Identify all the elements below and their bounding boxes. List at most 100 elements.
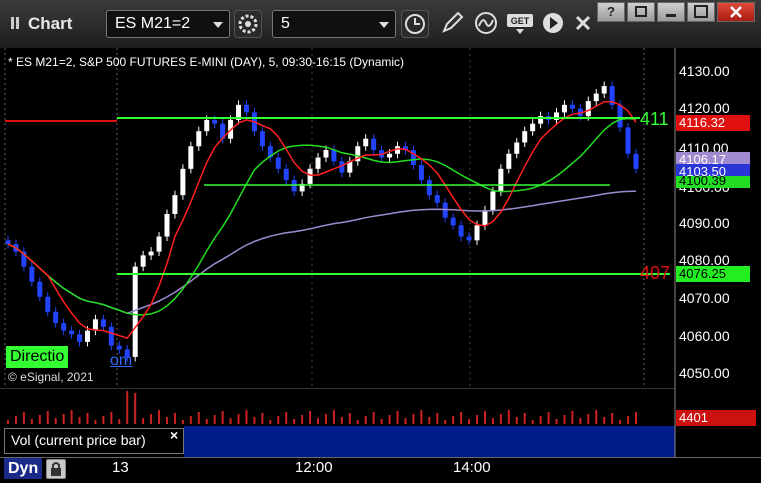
volume-bar (491, 418, 494, 424)
candle-body (307, 168, 313, 184)
volume-bar (261, 413, 264, 424)
play-icon (543, 13, 563, 33)
get-data-icon: GET (507, 14, 533, 34)
volume-bar (317, 418, 320, 424)
studies-wave-icon (475, 12, 497, 34)
volume-strip (184, 426, 675, 457)
volume-bar (348, 413, 351, 424)
volume-bar (635, 412, 637, 424)
volume-legend-close-icon[interactable]: × (170, 427, 178, 443)
lock-button[interactable] (46, 459, 66, 479)
volume-bar (627, 416, 630, 424)
close-chart-button[interactable] (570, 10, 598, 38)
volume-bar (364, 416, 367, 424)
volume-bar (603, 417, 606, 424)
candle-body (100, 319, 106, 327)
candle-body (92, 319, 98, 331)
x-tick: 13 (112, 459, 129, 476)
candle-body (474, 225, 480, 241)
volume-bar (142, 418, 145, 424)
candle-body (434, 195, 440, 203)
candle-body (212, 119, 218, 124)
window-close-button[interactable] (717, 2, 755, 22)
symbol-settings-button[interactable] (234, 10, 262, 38)
volume-bar (468, 419, 471, 424)
volume-bar (158, 410, 161, 424)
volume-bar (78, 417, 81, 424)
maximize-button[interactable] (687, 2, 715, 22)
volume-bar (340, 417, 343, 424)
candle-body (426, 180, 432, 196)
candle-body (569, 104, 575, 109)
y-tick: 4050.00 (679, 365, 730, 381)
restore-button[interactable] (627, 2, 655, 22)
volume-bar (38, 415, 41, 424)
volume-value: 4401 (679, 410, 708, 425)
studies-button[interactable] (473, 10, 501, 38)
volume-bar (94, 420, 97, 424)
chevron-down-icon[interactable] (379, 22, 389, 28)
watermark-badge: Directio (6, 346, 69, 368)
volume-bar (22, 412, 25, 424)
interval-field[interactable]: 5 (272, 10, 396, 38)
candle-body (243, 104, 249, 113)
candle-body (530, 123, 536, 132)
volume-bar (54, 418, 57, 424)
chevron-down-icon[interactable] (213, 22, 223, 28)
volume-bar (134, 393, 137, 424)
volume-bar (221, 411, 224, 424)
volume-bar (555, 419, 558, 424)
volume-bar (611, 413, 614, 424)
volume-bar (499, 414, 502, 424)
volume-bar (412, 414, 415, 424)
volume-bar (404, 418, 407, 424)
symbol-field[interactable]: ES M21=2 (106, 10, 230, 38)
volume-bar (86, 413, 89, 424)
watermark-link[interactable]: om (110, 352, 132, 370)
candle-body (363, 138, 369, 147)
volume-bar (483, 411, 486, 424)
close-icon (575, 15, 591, 31)
candle-body (148, 251, 154, 256)
volume-legend[interactable]: Vol (current price bar) (4, 428, 184, 454)
candle-body (617, 104, 623, 128)
dynamic-mode-button[interactable]: Dyn (4, 458, 43, 479)
play-button[interactable] (540, 10, 568, 38)
volume-bar (229, 418, 232, 424)
candle-body (387, 153, 393, 158)
help-button[interactable]: ? (597, 2, 625, 22)
get-data-button[interactable]: GET (506, 10, 534, 38)
candle-body (283, 168, 289, 181)
price-label-slow-ma: 4100.39 (676, 176, 750, 188)
volume-bar (587, 414, 590, 424)
volume-bar (444, 420, 447, 424)
volume-bar (293, 419, 296, 424)
draw-tool-button[interactable] (439, 10, 467, 38)
volume-bar (173, 413, 176, 424)
volume-bar (372, 412, 375, 424)
y-tick: 4130.00 (679, 63, 730, 79)
volume-bar (205, 419, 208, 424)
volume-bar (428, 417, 431, 424)
pencil-icon (442, 11, 464, 33)
volume-bar (301, 415, 304, 424)
x-tick: 14:00 (453, 459, 491, 476)
volume-bar (515, 417, 518, 424)
candle-body (450, 217, 456, 226)
price-label-fast-ma: 4116.32 (676, 115, 750, 131)
volume-bar (563, 415, 566, 424)
volume-bar (14, 416, 17, 424)
candle-body (275, 157, 281, 169)
volume-bar (388, 415, 391, 424)
candle-body (331, 150, 337, 162)
interval-clock-button[interactable] (401, 10, 429, 38)
maximize-icon (694, 5, 708, 18)
candle-body (625, 127, 631, 154)
volume-bar (189, 416, 192, 424)
volume-bar (285, 412, 288, 424)
price-chart[interactable] (0, 48, 761, 388)
candle-body (77, 334, 83, 342)
volume-bar (396, 411, 399, 424)
volume-bar (531, 420, 534, 424)
minimize-button[interactable] (657, 2, 685, 22)
